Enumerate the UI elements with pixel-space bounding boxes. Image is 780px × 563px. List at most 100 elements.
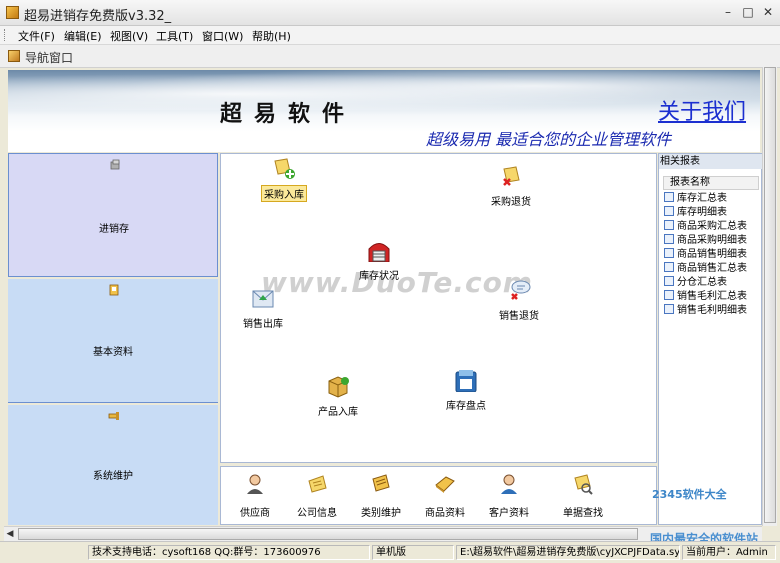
stock-count-label: 库存盘点 — [446, 401, 486, 412]
minimize-button[interactable]: – — [720, 5, 736, 19]
status-edition: 单机版 — [372, 545, 454, 560]
supplier-icon — [247, 474, 263, 494]
maximize-button[interactable]: □ — [740, 5, 756, 19]
vertical-scrollbar[interactable] — [762, 67, 777, 526]
sidebar-item-inventory[interactable]: 进销存 — [8, 153, 218, 277]
product-data-label: 商品资料 — [425, 508, 465, 519]
banner-clouds — [8, 70, 760, 110]
menu-tools[interactable]: 工具(T) — [156, 28, 193, 44]
nav-window-icon — [8, 50, 20, 62]
product-data-button[interactable]: 商品资料 — [417, 473, 473, 519]
sales-return-icon — [511, 280, 531, 300]
warehouse-icon — [368, 243, 390, 263]
report-item[interactable]: 分仓汇总表 — [664, 276, 727, 290]
report-icon — [664, 234, 674, 244]
category-icon — [372, 474, 390, 492]
menu-grip — [4, 29, 8, 41]
category-maintenance-label: 类别维护 — [361, 508, 401, 519]
category-maintenance-button[interactable]: 类别维护 — [353, 473, 409, 519]
document-search-label: 单据查找 — [563, 508, 603, 519]
menu-edit[interactable]: 编辑(E) — [64, 28, 102, 44]
menu-bar: 文件(F) 编辑(E) 视图(V) 工具(T) 窗口(W) 帮助(H) — [0, 26, 780, 45]
company-info-icon — [308, 475, 327, 493]
report-item[interactable]: 销售毛利汇总表 — [664, 290, 747, 304]
report-item[interactable]: 商品采购明细表 — [664, 234, 747, 248]
sales-out-node[interactable]: 销售出库 — [243, 284, 283, 330]
report-icon — [664, 192, 674, 202]
scroll-left-icon[interactable]: ◀ — [4, 527, 16, 541]
document-search-icon — [574, 474, 593, 495]
purchase-return-label: 采购退货 — [491, 197, 531, 208]
vertical-scroll-thumb[interactable] — [764, 67, 776, 523]
report-item[interactable]: 销售毛利明细表 — [664, 304, 747, 318]
horizontal-scroll-thumb[interactable] — [18, 528, 638, 540]
stock-count-icon — [455, 370, 477, 393]
purchase-return-node[interactable]: 采购退货 — [491, 166, 531, 208]
product-data-icon — [435, 476, 455, 493]
report-icon — [664, 248, 674, 258]
window-title: 超易进销存免费版v3.32_ — [24, 9, 172, 24]
reports-panel-title: 相关报表 — [659, 154, 762, 169]
company-info-button[interactable]: 公司信息 — [289, 473, 345, 519]
report-item[interactable]: 商品采购汇总表 — [664, 220, 747, 234]
slogan: 超级易用 最适合您的企业管理软件 — [426, 130, 672, 149]
horizontal-scrollbar[interactable]: ◀ — [4, 526, 762, 541]
stock-count-node[interactable]: 库存盘点 — [446, 366, 486, 412]
product-in-node[interactable]: 产品入库 — [318, 372, 358, 418]
product-in-label: 产品入库 — [318, 407, 358, 418]
report-item[interactable]: 库存汇总表 — [664, 192, 727, 206]
bottom-toolbar: 供应商 公司信息 类别维护 商品资料 客户资料 单据查找 — [220, 466, 657, 525]
sidebar-item-basic-data[interactable]: 基本资料 — [8, 279, 218, 403]
sidebar-item-system[interactable]: 系统维护 — [8, 405, 218, 525]
package-icon — [110, 159, 120, 170]
product-in-icon — [328, 376, 349, 398]
document-search-button[interactable]: 单据查找 — [555, 473, 611, 519]
report-icon — [664, 290, 674, 300]
about-us-link[interactable]: 关于我们 — [658, 94, 746, 126]
reports-panel: 相关报表 报表名称 库存汇总表 库存明细表 商品采购汇总表 商品采购明细表 商品… — [658, 153, 762, 525]
status-path: E:\超易软件\超易进销存免费版\cyJXCPJFData.sys — [456, 545, 680, 560]
close-button[interactable]: ✕ — [760, 5, 776, 19]
nav-window-title: 导航窗口 — [25, 51, 74, 65]
menu-view[interactable]: 视图(V) — [110, 28, 148, 44]
reports-column-header[interactable]: 报表名称 — [663, 176, 759, 190]
nav-window-header: 导航窗口 — [0, 45, 780, 68]
menu-window[interactable]: 窗口(W) — [202, 28, 243, 44]
title-bar: 超易进销存免费版v3.32_ – □ ✕ — [0, 0, 780, 26]
supplier-button[interactable]: 供应商 — [227, 473, 283, 519]
customer-icon — [501, 474, 517, 494]
status-bar: 技术支持电话：cysoft168 QQ:群号：173600976 单机版 E:\… — [0, 541, 780, 563]
menu-file[interactable]: 文件(F) — [18, 28, 55, 44]
banner: 超易软件 关于我们 超级易用 最适合您的企业管理软件 — [8, 70, 760, 152]
purchase-return-icon — [503, 166, 520, 186]
sidebar-item-label: 基本资料 — [93, 347, 133, 358]
report-item[interactable]: 库存明细表 — [664, 206, 727, 220]
stock-status-node[interactable]: 库存状况 — [359, 236, 399, 282]
customer-data-button[interactable]: 客户资料 — [481, 473, 537, 519]
purchase-in-node[interactable]: 采购入库 — [261, 158, 307, 202]
status-support: 技术支持电话：cysoft168 QQ:群号：173600976 — [88, 545, 370, 560]
supplier-label: 供应商 — [240, 508, 270, 519]
sidebar: 进销存 基本资料 系统维护 — [8, 153, 218, 525]
sales-out-icon — [252, 290, 274, 308]
sidebar-item-label: 进销存 — [99, 224, 129, 235]
sales-return-node[interactable]: 销售退货 — [499, 276, 539, 322]
report-icon — [664, 304, 674, 314]
status-user: 当前用户：Admin — [682, 545, 776, 560]
report-icon — [664, 262, 674, 272]
report-icon — [664, 206, 674, 216]
report-item[interactable]: 商品销售汇总表 — [664, 262, 747, 276]
book-icon — [109, 284, 119, 296]
purchase-in-icon — [274, 158, 295, 179]
workflow-canvas: www.DuoTe.com 采购入库 采购退货 库存状况 销售出库 销售退货 产… — [220, 153, 657, 463]
brand-title: 超易软件 — [220, 102, 357, 127]
report-icon — [664, 276, 674, 286]
report-icon — [664, 220, 674, 230]
company-info-label: 公司信息 — [297, 508, 337, 519]
sales-return-label: 销售退货 — [499, 311, 539, 322]
sidebar-item-label: 系统维护 — [93, 471, 133, 482]
menu-help[interactable]: 帮助(H) — [252, 28, 291, 44]
report-item[interactable]: 商品销售明细表 — [664, 248, 747, 262]
sales-out-label: 销售出库 — [243, 319, 283, 330]
tool-icon — [108, 412, 119, 420]
